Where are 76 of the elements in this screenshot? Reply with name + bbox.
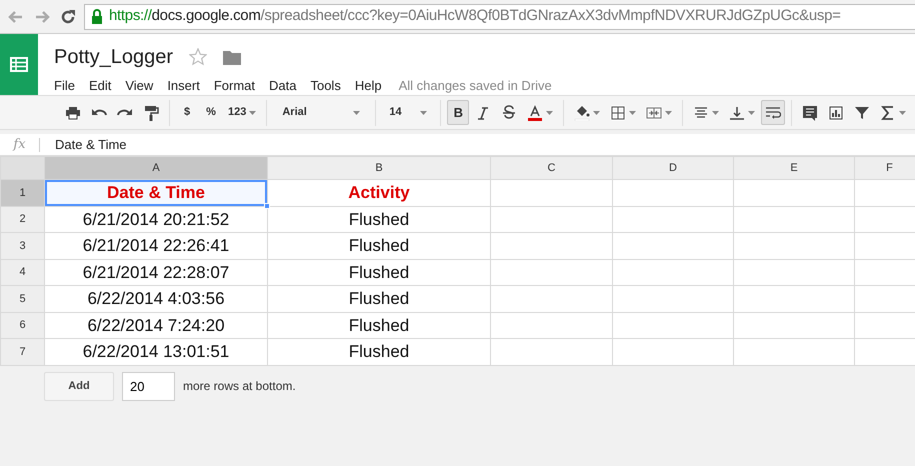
row-header[interactable]: 6 xyxy=(0,312,44,338)
document-title[interactable]: Potty_Logger xyxy=(54,42,173,72)
save-status: All changes saved in Drive xyxy=(398,77,552,95)
table-cell: Flushed xyxy=(268,206,490,232)
row-header[interactable]: 1 xyxy=(0,180,44,206)
table-cell: 6/21/2014 22:26:41 xyxy=(44,232,268,259)
table-cell: Flushed xyxy=(268,259,490,286)
table-cell: 6/21/2014 20:21:52 xyxy=(44,206,268,232)
format-dropdown[interactable]: 123 xyxy=(224,100,260,125)
caret-icon xyxy=(629,110,636,114)
column-header[interactable]: F xyxy=(854,156,915,180)
menu-item[interactable]: Insert xyxy=(160,76,207,96)
menu-item[interactable]: Format xyxy=(206,76,262,96)
table-cell: Date & Time xyxy=(44,180,268,206)
formula-input[interactable]: Date & Time xyxy=(40,134,127,154)
menu-item[interactable]: Data xyxy=(262,76,304,96)
column-header[interactable]: B xyxy=(268,156,490,180)
caret-icon xyxy=(593,110,600,114)
toolbar-button[interactable]: % xyxy=(200,100,222,125)
add-rows-label: more rows at bottom. xyxy=(183,378,296,395)
column-header[interactable]: A xyxy=(44,156,268,180)
font-dropdown[interactable]: Arial xyxy=(273,100,370,125)
column-header[interactable]: C xyxy=(490,156,612,180)
table-cell: 6/22/2014 7:24:20 xyxy=(44,312,268,338)
row-header[interactable]: 2 xyxy=(0,206,44,232)
merge-cells-icon xyxy=(646,104,662,120)
strikethrough-icon xyxy=(501,104,518,120)
caret-icon xyxy=(748,110,756,114)
table-cell: 6/22/2014 13:01:51 xyxy=(44,338,268,365)
table-cell: 6/22/2014 4:03:56 xyxy=(44,286,268,312)
caret-icon xyxy=(420,110,428,114)
caret-icon xyxy=(353,110,360,114)
font-size-dropdown[interactable]: 14 xyxy=(382,100,434,125)
menu-item[interactable]: View xyxy=(118,76,160,96)
table-cell: 6/21/2014 22:28:07 xyxy=(44,259,268,286)
row-count-field[interactable]: 20 xyxy=(122,372,175,400)
borders-icon xyxy=(610,104,626,120)
table-cell: Activity xyxy=(268,180,490,206)
caret-icon xyxy=(899,110,906,114)
menu-item[interactable]: Tools xyxy=(303,76,348,96)
toolbar-button[interactable]: $ xyxy=(176,100,198,125)
table-cell: Flushed xyxy=(268,286,490,312)
table-cell: Flushed xyxy=(268,232,490,259)
spreadsheet-logo-icon[interactable] xyxy=(10,57,28,72)
filter-icon xyxy=(854,104,870,120)
menu-item[interactable]: Help xyxy=(348,76,389,96)
row-header[interactable]: 3 xyxy=(0,232,44,259)
address-bar[interactable]: https://docs.google.com/spreadsheet/ccc?key=0AiuHcW8Qf0BTdGNrazAxX3dvMmpfNDVXRURJdGZpUGc&usp= xyxy=(84,4,915,30)
add-rows-button[interactable]: Add xyxy=(44,372,114,400)
bold-button[interactable]: B xyxy=(447,100,470,125)
chart-icon xyxy=(828,104,844,120)
text-wrap-button[interactable] xyxy=(761,100,786,125)
caret-icon xyxy=(712,110,720,114)
column-header[interactable]: D xyxy=(612,156,734,180)
star-icon[interactable] xyxy=(188,48,207,66)
fill-bucket-icon xyxy=(574,104,590,120)
paint-roller-icon xyxy=(143,104,159,120)
row-header[interactable]: 4 xyxy=(0,259,44,286)
vertical-align-bottom-icon xyxy=(729,104,746,120)
formula-label: fx xyxy=(0,138,40,152)
menu-item[interactable]: Edit xyxy=(82,76,118,96)
lock-icon xyxy=(91,9,103,24)
comment-icon xyxy=(802,104,818,120)
caret-icon xyxy=(249,110,256,114)
caret-icon xyxy=(546,110,554,114)
print-icon xyxy=(65,104,81,120)
text-wrap-icon xyxy=(765,104,782,120)
caret-icon xyxy=(665,110,672,114)
column-header[interactable]: E xyxy=(734,156,854,180)
row-header[interactable]: 7 xyxy=(0,338,44,365)
table-cell: Flushed xyxy=(268,338,490,365)
table-cell: Flushed xyxy=(268,312,490,338)
align-center-icon xyxy=(693,104,710,120)
row-header[interactable]: 5 xyxy=(0,286,44,312)
menu-item[interactable]: File xyxy=(47,76,82,96)
folder-icon[interactable] xyxy=(222,50,241,64)
